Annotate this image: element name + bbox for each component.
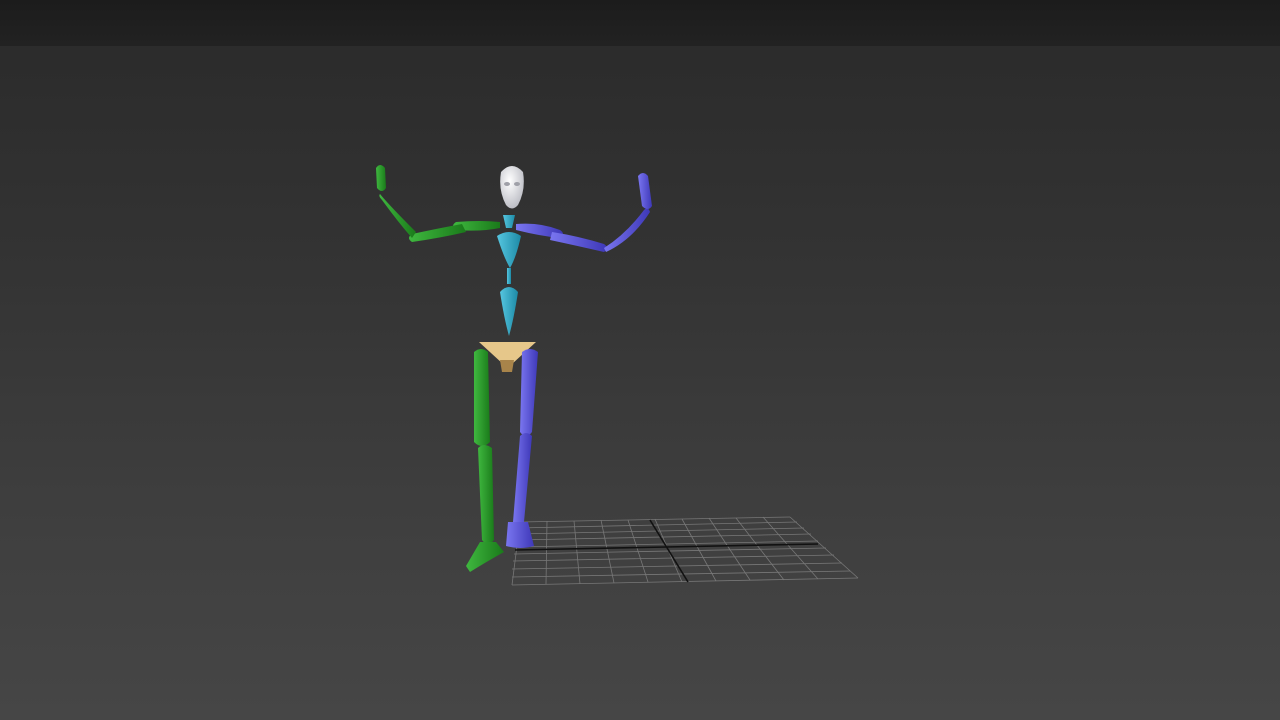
biped-left-leg (466, 349, 504, 572)
viewport-scene (376, 165, 859, 586)
biped-right-leg (506, 349, 538, 548)
biped-spine (497, 215, 521, 336)
biped-right-arm (516, 173, 652, 252)
biped-left-arm (376, 165, 500, 242)
biped-head (500, 166, 524, 209)
3d-viewport[interactable] (0, 0, 1280, 720)
ground-grid (511, 516, 859, 586)
